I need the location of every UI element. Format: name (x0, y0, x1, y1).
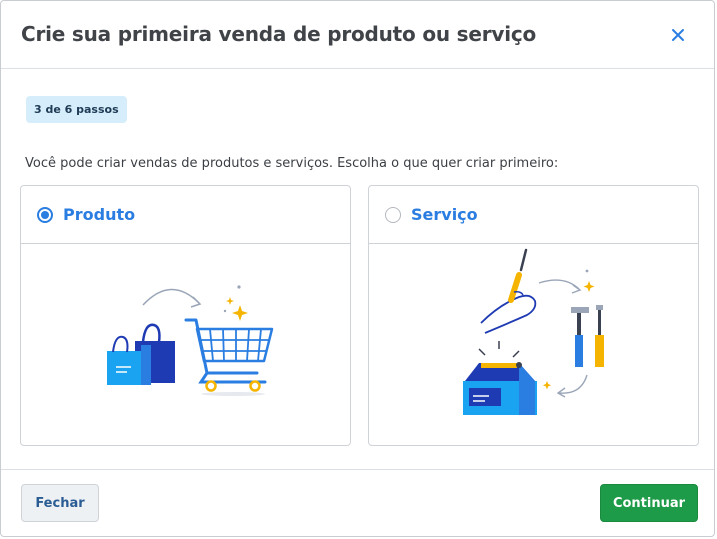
close-button[interactable]: Fechar (21, 484, 99, 522)
service-radio[interactable] (385, 207, 401, 223)
intro-text: Você pode criar vendas de produtos e ser… (25, 156, 559, 171)
option-card-product[interactable]: Produto (20, 185, 351, 446)
option-label-product: Produto (63, 205, 136, 224)
continue-button[interactable]: Continuar (600, 484, 698, 522)
create-sale-dialog: Crie sua primeira venda de produto ou se… (0, 0, 715, 537)
option-label-service: Serviço (411, 205, 478, 224)
option-card-service[interactable]: Serviço (368, 185, 699, 446)
tools-toolbox-illustration (369, 245, 698, 445)
shopping-cart-illustration (21, 245, 350, 445)
dialog-title: Crie sua primeira venda de produto ou se… (21, 22, 537, 46)
close-icon[interactable] (668, 25, 688, 45)
dialog-footer: Fechar Continuar (1, 469, 714, 538)
product-radio[interactable] (37, 207, 53, 223)
step-badge: 3 de 6 passos (26, 96, 127, 123)
dialog-header: Crie sua primeira venda de produto ou se… (1, 1, 714, 69)
option-card-header: Serviço (369, 186, 698, 244)
option-card-header: Produto (21, 186, 350, 244)
